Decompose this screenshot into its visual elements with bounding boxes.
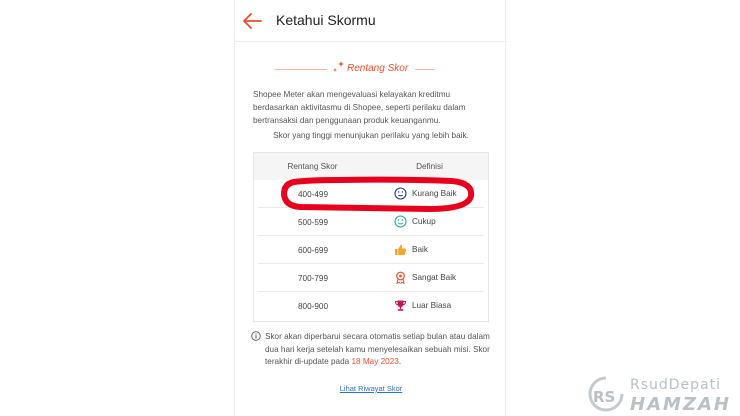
watermark-line1: RsudDepati <box>630 377 722 393</box>
medal-icon <box>396 271 405 284</box>
rs-logo-icon: RS <box>588 376 624 412</box>
divider <box>415 69 435 70</box>
back-arrow-icon[interactable] <box>241 10 263 32</box>
page-title: Ketahui Skormu <box>276 12 376 28</box>
watermark-line2: HAMZAH <box>630 394 731 415</box>
score-history-link[interactable]: Lihat Riwayat Skor <box>235 384 507 393</box>
score-range: 800-900 <box>297 302 329 311</box>
divider <box>275 69 327 70</box>
definition-label: Luar Biasa <box>412 301 452 310</box>
app-bar: Ketahui Skormu <box>235 0 507 42</box>
definition-label: Sangat Baik <box>412 273 457 282</box>
section-title: Rentang Skor <box>347 63 409 74</box>
thumbs-up-icon <box>395 244 407 255</box>
table-row: 700-799 Sangat Baik <box>258 264 484 292</box>
description-text: Shopee Meter akan mengevaluasi kelayakan… <box>253 90 466 125</box>
column-header-range: Rentang Skor <box>287 162 338 171</box>
table-row: 600-699 Baik <box>258 236 484 264</box>
info-icon <box>251 331 261 341</box>
section-header: Rentang Skor <box>235 60 507 80</box>
column-header-definition: Definisi <box>416 162 443 171</box>
svg-text:RS: RS <box>593 388 615 406</box>
definition-label: Cukup <box>412 217 436 226</box>
watermark: RS RsudDepati HAMZAH <box>588 376 738 416</box>
smile-face-icon <box>394 215 407 228</box>
red-highlight-annotation <box>281 176 475 212</box>
last-update-date: 18 May 2023 <box>351 357 399 366</box>
table-row: 500-599 Cukup <box>258 208 484 236</box>
score-range: 700-799 <box>297 274 329 283</box>
definition-label: Baik <box>412 245 428 254</box>
subdescription-text: Skor yang tinggi menunjukan perilaku yan… <box>273 131 469 140</box>
table-row: 800-900 Luar Biasa <box>258 292 484 320</box>
score-range: 600-699 <box>297 246 329 255</box>
note-suffix: . <box>398 357 402 366</box>
update-note: Skor akan diperbarui secara otomatis set… <box>251 331 495 371</box>
score-range: 500-599 <box>297 218 329 227</box>
trophy-icon <box>394 300 407 311</box>
note-text: Skor akan diperbarui secara otomatis set… <box>265 331 495 369</box>
sparkle-icon <box>333 61 344 72</box>
